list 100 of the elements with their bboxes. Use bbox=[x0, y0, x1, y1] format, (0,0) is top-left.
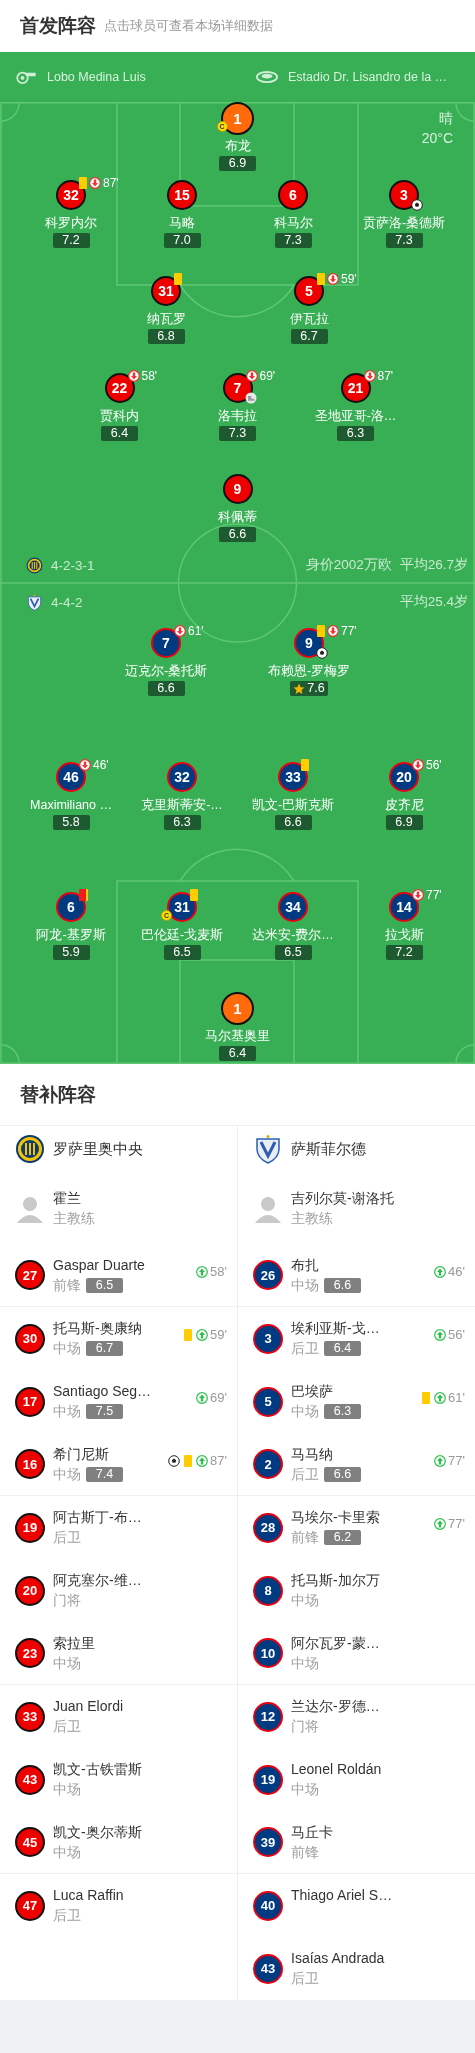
up-arrow-icon bbox=[196, 1265, 209, 1278]
position-text: 中场 bbox=[291, 1403, 319, 1420]
market-value-text: 身价2002万欧 bbox=[305, 556, 392, 574]
position-text: 门将 bbox=[53, 1592, 81, 1609]
rating-badge: 6.4 bbox=[101, 426, 138, 441]
down-arrow-icon bbox=[412, 759, 424, 771]
minute-text: 46' bbox=[448, 1264, 465, 1279]
position-text: 后卫 bbox=[291, 1970, 319, 1987]
coach-role: 主教练 bbox=[291, 1209, 334, 1227]
position-text: 中场 bbox=[291, 1276, 319, 1294]
shirt-number: 10 bbox=[253, 1638, 283, 1668]
boot-icon bbox=[244, 392, 257, 404]
up-arrow-icon bbox=[196, 1328, 209, 1341]
shirt-number: 2 bbox=[253, 1449, 283, 1479]
player-name: 达米安-费尔… bbox=[252, 927, 334, 943]
rating-badge: 7.6 bbox=[290, 681, 328, 696]
down-arrow-icon bbox=[174, 625, 186, 637]
down-arrow-icon bbox=[412, 889, 424, 901]
team-crest-icon bbox=[15, 1134, 45, 1164]
rating-badge: 6.9 bbox=[385, 815, 423, 830]
position-text: 后卫 bbox=[53, 1907, 81, 1924]
minute-text: 58' bbox=[210, 1264, 227, 1279]
minute-text: 61' bbox=[188, 625, 204, 637]
shirt-number: 40 bbox=[253, 1890, 283, 1921]
rating-badge: 6.7 bbox=[290, 329, 328, 344]
player-name: 马尔基奥里 bbox=[205, 1028, 270, 1044]
player-name: 克里斯蒂安-… bbox=[141, 797, 223, 813]
rating-badge: 7.5 bbox=[86, 1404, 123, 1419]
shirt-number[interactable]: 15 bbox=[167, 180, 197, 210]
player-name: 布扎 bbox=[291, 1256, 320, 1274]
rating-badge: 6.6 bbox=[324, 1277, 361, 1293]
down-arrow-icon bbox=[79, 759, 91, 771]
shirt-number: 19 bbox=[253, 1764, 283, 1795]
sending-off-card-icon bbox=[79, 889, 88, 901]
player-name: Leonel Roldán bbox=[291, 1761, 383, 1778]
shirt-number[interactable]: 34 bbox=[278, 892, 308, 922]
shirt-number[interactable]: 1 bbox=[221, 991, 254, 1025]
shirt-number: 3 bbox=[253, 1323, 283, 1354]
shirt-number[interactable]: 32 bbox=[167, 762, 197, 792]
player-name: 拉戈斯 bbox=[384, 927, 424, 943]
average-age-text: 平均26.7岁 bbox=[399, 556, 468, 574]
player-name: 托马斯-奥康纳 bbox=[53, 1320, 143, 1337]
position-text: 前锋 bbox=[53, 1276, 81, 1294]
shirt-number[interactable]: 9 bbox=[222, 474, 253, 504]
minute-text: 69' bbox=[210, 1390, 227, 1405]
shirt-number[interactable]: 20 bbox=[389, 762, 419, 792]
rating-badge: 7.3 bbox=[219, 426, 256, 441]
player-name: Luca Raffin bbox=[53, 1887, 125, 1904]
booking-card-icon bbox=[317, 625, 325, 637]
down-arrow-icon bbox=[327, 273, 339, 285]
stadium-icon bbox=[256, 70, 278, 84]
position-text: 中场 bbox=[53, 1654, 81, 1672]
player-name: Thiago Ariel S… bbox=[291, 1887, 394, 1904]
rating-badge: 6.5 bbox=[163, 945, 201, 960]
minute-text: 77' bbox=[341, 625, 357, 637]
shirt-number[interactable]: 6 bbox=[278, 180, 308, 210]
team-name: 罗萨里奥中央 bbox=[53, 1139, 143, 1159]
section-hint: 点击球员可查看本场详细数据 bbox=[104, 17, 273, 35]
section-title: 替补阵容 bbox=[20, 1082, 96, 1107]
shirt-number[interactable]: 21 bbox=[340, 373, 371, 403]
shirt-number[interactable]: 33 bbox=[278, 762, 308, 792]
team-crest-icon bbox=[26, 556, 43, 574]
minute-text: 87' bbox=[210, 1453, 227, 1468]
shirt-number[interactable]: 14 bbox=[389, 892, 419, 922]
player-name: 马丘卡 bbox=[291, 1823, 334, 1841]
minute-text: 58' bbox=[141, 370, 158, 382]
shirt-number[interactable]: 7 bbox=[151, 628, 181, 658]
shirt-number: 8 bbox=[253, 1575, 283, 1606]
shirt-number[interactable]: 31 bbox=[151, 276, 181, 306]
shirt-number: 19 bbox=[15, 1512, 45, 1543]
shirt-number[interactable]: 22 bbox=[104, 373, 135, 403]
coach-name: 吉列尔莫-谢洛托 bbox=[291, 1189, 395, 1207]
rating-badge: 7.3 bbox=[385, 233, 423, 248]
shirt-number: 16 bbox=[15, 1449, 45, 1479]
player-name: 凯文-巴斯克斯 bbox=[251, 797, 335, 813]
up-arrow-icon bbox=[434, 1517, 447, 1530]
booking-card-icon bbox=[422, 1391, 431, 1404]
shirt-number: 20 bbox=[15, 1575, 45, 1606]
position-text: 前锋 bbox=[291, 1843, 319, 1861]
position-text: 后卫 bbox=[291, 1465, 319, 1483]
section-title: 首发阵容 bbox=[20, 14, 96, 38]
player-name: 科马尔 bbox=[273, 215, 313, 231]
rating-badge: 6.5 bbox=[86, 1277, 123, 1293]
booking-card-icon bbox=[184, 1328, 193, 1341]
player-name: 贡萨洛-桑德斯 bbox=[362, 215, 446, 231]
shirt-number[interactable]: 3 bbox=[389, 180, 419, 210]
rating-badge: 6.6 bbox=[147, 681, 185, 696]
booking-card-icon bbox=[190, 889, 198, 901]
shirt-number[interactable]: 6 bbox=[56, 892, 86, 922]
position-text: 前锋 bbox=[291, 1529, 319, 1546]
player-name: 兰达尔-罗德… bbox=[291, 1698, 381, 1715]
shirt-number[interactable]: 32 bbox=[56, 180, 86, 210]
rating-badge: 5.8 bbox=[52, 815, 90, 830]
player-name: 阿尔瓦罗-蒙… bbox=[291, 1634, 381, 1652]
minute-text: 87' bbox=[103, 177, 119, 189]
shirt-number[interactable]: 46 bbox=[56, 762, 86, 792]
player-name: 洛韦拉 bbox=[218, 408, 257, 424]
average-age-text: 平均25.4岁 bbox=[399, 593, 468, 611]
booking-card-icon bbox=[317, 273, 325, 285]
shirt-number[interactable]: 5 bbox=[294, 276, 324, 306]
